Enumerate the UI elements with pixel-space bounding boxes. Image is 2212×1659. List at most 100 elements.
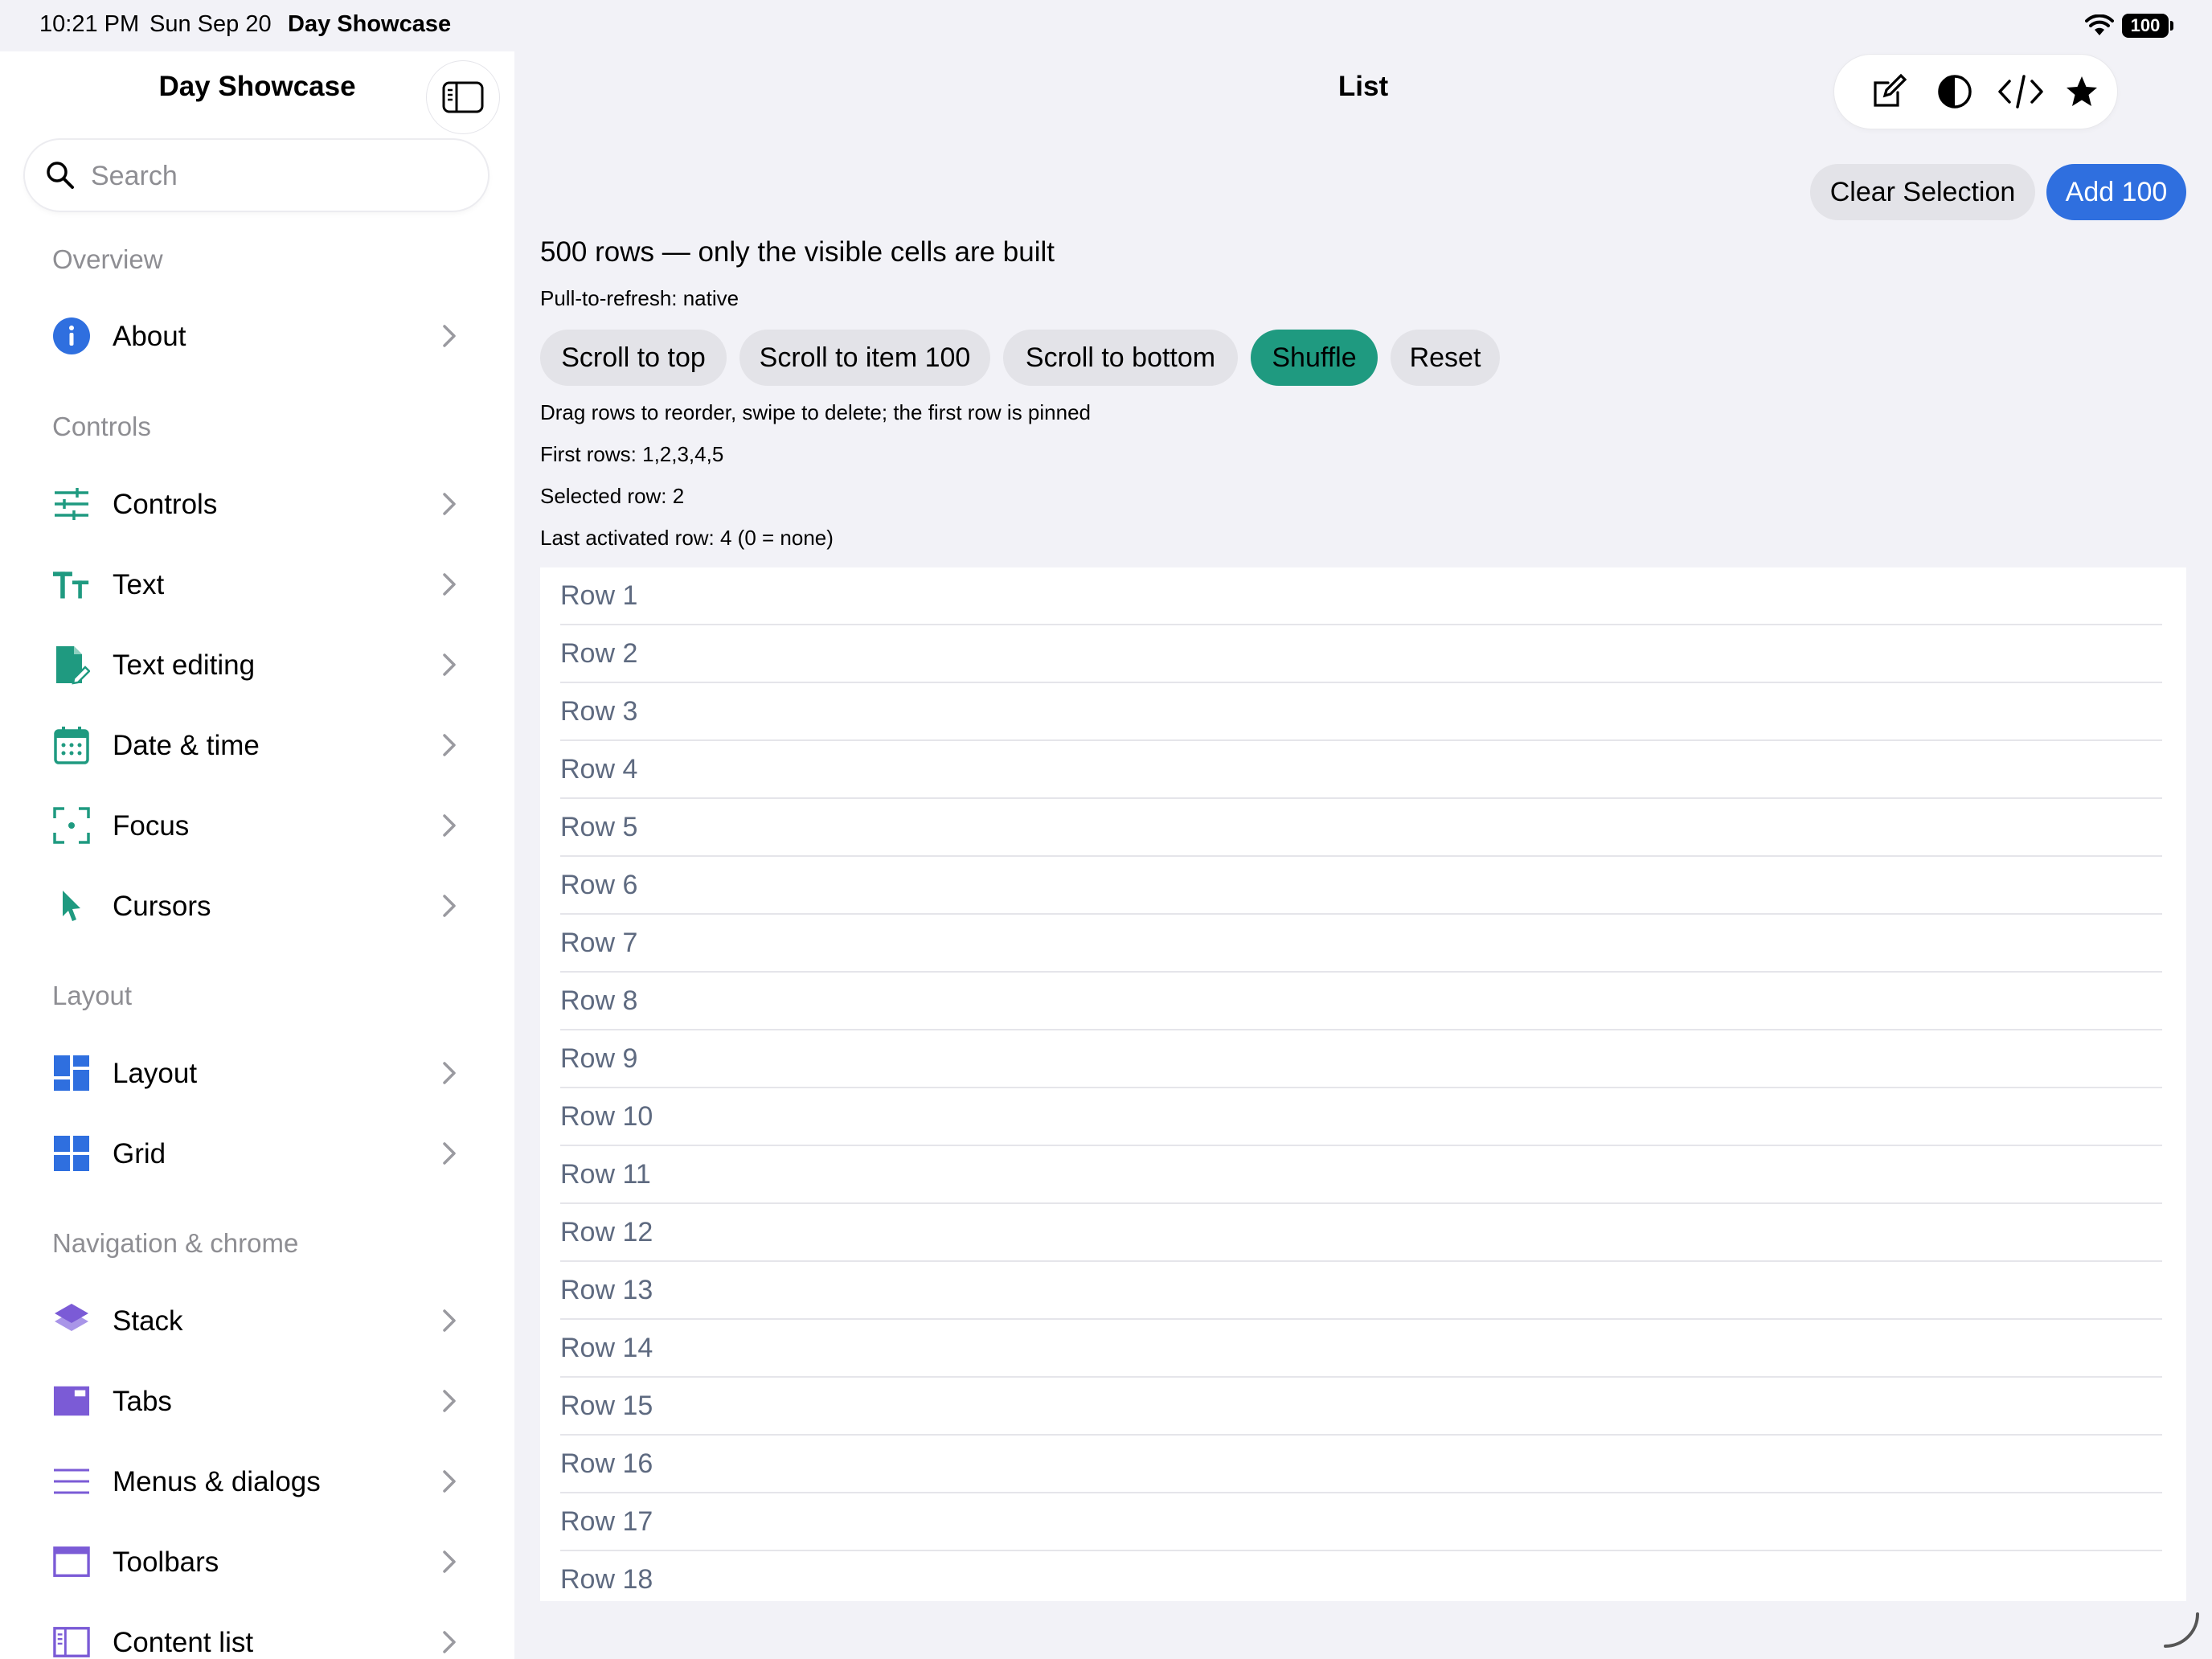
- sidebar-item-cursors[interactable]: Cursors: [32, 870, 482, 942]
- sidebar-item-menus-dialogs[interactable]: Menus & dialogs: [32, 1445, 482, 1518]
- row-label: Row 5: [560, 812, 638, 842]
- row-label: Row 1: [560, 580, 638, 611]
- scroll-to-bottom-button[interactable]: Scroll to bottom: [1003, 330, 1238, 386]
- section-header-controls: Controls: [52, 412, 151, 441]
- table-row[interactable]: Row 18: [540, 1551, 2186, 1601]
- row-label: Row 16: [560, 1448, 653, 1479]
- add-100-button[interactable]: Add 100: [2046, 164, 2186, 220]
- row-label: Row 15: [560, 1391, 653, 1421]
- scroll-to-top-button[interactable]: Scroll to top: [540, 330, 727, 386]
- table-row[interactable]: Row 14: [540, 1320, 2186, 1378]
- sidebar-item-grid[interactable]: Grid: [32, 1117, 482, 1190]
- sidebar-item-date-time[interactable]: Date & time: [32, 709, 482, 781]
- chevron-right-icon: [443, 814, 456, 837]
- compose-button[interactable]: [1865, 68, 1913, 116]
- sidebar-item-tabs[interactable]: Tabs: [32, 1365, 482, 1437]
- star-icon: [2067, 76, 2097, 106]
- sidebar-item-label: Cursors: [113, 891, 211, 922]
- status-time: 10:21 PM: [39, 11, 140, 37]
- table-row[interactable]: Row 2: [540, 625, 2186, 683]
- sidebar-item-text-editing[interactable]: Text editing: [32, 629, 482, 701]
- chevron-right-icon: [443, 1631, 456, 1653]
- row-label: Row 11: [560, 1159, 651, 1190]
- row-label: Row 13: [560, 1275, 653, 1305]
- sidebar-item-text[interactable]: Text: [32, 548, 482, 621]
- chevron-right-icon: [443, 653, 456, 676]
- table-row[interactable]: Row 7: [540, 915, 2186, 973]
- row-label: Row 17: [560, 1506, 653, 1537]
- code-button[interactable]: [1997, 68, 2045, 116]
- search-input[interactable]: [89, 140, 478, 212]
- sidebar-item-controls[interactable]: Controls: [32, 468, 482, 540]
- row-label: Row 2: [560, 638, 638, 669]
- sidebar-item-about[interactable]: About: [32, 300, 482, 372]
- code-icon: [1998, 75, 2043, 109]
- status-date: Sun Sep 20: [150, 11, 272, 37]
- table-row[interactable]: Row 6: [540, 857, 2186, 915]
- table-row[interactable]: Row 3: [540, 683, 2186, 741]
- chevron-right-icon: [443, 1470, 456, 1493]
- chevron-right-icon: [443, 1062, 456, 1084]
- sidebar-item-content-list[interactable]: Content list: [32, 1606, 482, 1659]
- section-header-navigation: Navigation & chrome: [52, 1228, 299, 1258]
- sidebar-item-label: Toolbars: [113, 1546, 219, 1578]
- table-row[interactable]: Row 13: [540, 1262, 2186, 1320]
- sidebar: Day Showcase Overview About Controls: [0, 51, 514, 1659]
- status-bar: 10:21 PM Sun Sep 20 Day Showcase 100: [0, 0, 2212, 51]
- sidebar-item-label: Layout: [113, 1058, 198, 1089]
- stack-icon: [53, 1302, 90, 1339]
- favorite-button[interactable]: [2058, 68, 2106, 116]
- sidebar-item-label: Grid: [113, 1138, 166, 1169]
- refresh-status: Pull-to-refresh: native: [540, 286, 739, 310]
- table-row[interactable]: Row 17: [540, 1493, 2186, 1551]
- resize-handle-icon[interactable]: [2162, 1611, 2201, 1649]
- list-headline: 500 rows — only the visible cells are bu…: [540, 236, 1055, 268]
- table-row[interactable]: Row 16: [540, 1436, 2186, 1493]
- section-header-overview: Overview: [52, 244, 163, 274]
- shuffle-button[interactable]: Shuffle: [1251, 330, 1378, 386]
- sidebar-toggle-icon: [442, 81, 484, 113]
- row-label: Row 8: [560, 985, 638, 1016]
- table-row[interactable]: Row 4: [540, 741, 2186, 799]
- toolbar-icon: [53, 1543, 90, 1580]
- contrast-icon: [1938, 75, 1972, 109]
- table-row[interactable]: Row 12: [540, 1204, 2186, 1262]
- sidebar-item-layout[interactable]: Layout: [32, 1037, 482, 1109]
- compose-icon: [1874, 73, 1907, 107]
- wifi-icon: [2085, 14, 2114, 37]
- sidebar-item-toolbars[interactable]: Toolbars: [32, 1526, 482, 1598]
- cursor-icon: [53, 887, 90, 924]
- row-label: Row 7: [560, 928, 638, 958]
- table-row[interactable]: Row 10: [540, 1088, 2186, 1146]
- table-row[interactable]: Row 11: [540, 1146, 2186, 1204]
- info-icon: [53, 317, 90, 354]
- row-list: Row 1 Row 2 Row 3 Row 4 Row 5 Row 6 Row 7 Row 8…: [540, 567, 2186, 1601]
- table-row[interactable]: Row 15: [540, 1378, 2186, 1436]
- sidebar-toggle-button[interactable]: [427, 61, 499, 133]
- sidebar-item-label: Controls: [113, 489, 218, 520]
- row-label: Row 18: [560, 1564, 653, 1595]
- table-row[interactable]: Row 5: [540, 799, 2186, 857]
- chevron-right-icon: [443, 1309, 456, 1332]
- clear-selection-button[interactable]: Clear Selection: [1810, 164, 2035, 220]
- chevron-right-icon: [443, 573, 456, 596]
- drag-instructions: Drag rows to reorder, swipe to delete; t…: [540, 400, 1091, 424]
- reset-button[interactable]: Reset: [1391, 330, 1500, 386]
- contrast-button[interactable]: [1931, 68, 1979, 116]
- sidebar-item-stack[interactable]: Stack: [32, 1284, 482, 1357]
- last-activated-status: Last activated row: 4 (0 = none): [540, 526, 834, 550]
- sidebar-item-label: About: [113, 321, 186, 352]
- table-row[interactable]: Row 9: [540, 1030, 2186, 1088]
- scroll-to-item-100-button[interactable]: Scroll to item 100: [739, 330, 990, 386]
- main-content: List Clear Selection Add 100 500 rows — …: [514, 51, 2212, 1659]
- doc-edit-icon: [53, 646, 90, 685]
- table-row[interactable]: Row 8: [540, 973, 2186, 1030]
- grid-icon: [53, 1135, 90, 1172]
- chevron-right-icon: [443, 895, 456, 917]
- table-row[interactable]: Row 1: [540, 567, 2186, 625]
- search-field[interactable]: [25, 140, 488, 212]
- sidebar-item-focus[interactable]: Focus: [32, 789, 482, 862]
- search-icon: [47, 162, 74, 189]
- text-size-icon: [53, 566, 90, 603]
- sidebar-item-label: Tabs: [113, 1386, 172, 1417]
